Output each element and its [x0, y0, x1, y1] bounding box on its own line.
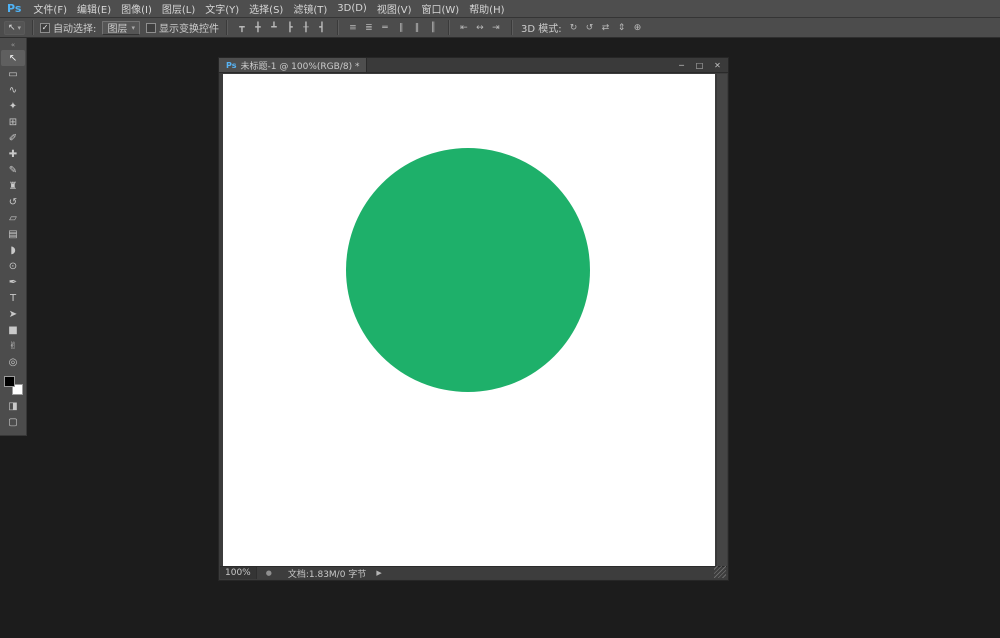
- align-bottom-edges-icon[interactable]: ┻: [267, 21, 281, 35]
- show-transform-label: 显示变换控件: [159, 20, 219, 35]
- blur-tool[interactable]: ◗: [1, 242, 25, 258]
- align-horizontal-centers-icon[interactable]: ╂: [299, 21, 313, 35]
- zoom-level-field[interactable]: 100%: [220, 567, 257, 579]
- auto-select-target-dropdown[interactable]: 图层 ▾: [102, 21, 140, 35]
- separator: [337, 20, 338, 35]
- menu-select[interactable]: 选择(S): [244, 0, 288, 17]
- align-right-edges-icon[interactable]: ┫: [315, 21, 329, 35]
- distribute-left-edges-icon[interactable]: ∥: [394, 21, 408, 35]
- lasso-tool[interactable]: ∿: [1, 82, 25, 98]
- distribute-horizontal-spacing-icon[interactable]: ⇤: [457, 21, 471, 35]
- chevron-down-icon: ▾: [18, 24, 22, 32]
- auto-align-layers-icon[interactable]: ↔: [473, 21, 487, 35]
- menu-edit[interactable]: 编辑(E): [72, 0, 116, 17]
- menu-image[interactable]: 图像(I): [116, 0, 157, 17]
- checkbox-unchecked-icon: [146, 23, 156, 33]
- distribute-vertical-spacing-icon[interactable]: ⇥: [489, 21, 503, 35]
- separator: [448, 20, 449, 35]
- brush-tool[interactable]: ✎: [1, 162, 25, 178]
- healing-brush-tool[interactable]: ✚: [1, 146, 25, 162]
- hand-tool[interactable]: ✌: [1, 338, 25, 354]
- dodge-tool[interactable]: ⊙: [1, 258, 25, 274]
- menu-view[interactable]: 视图(V): [372, 0, 417, 17]
- panel-collapse-icon[interactable]: «: [11, 39, 15, 50]
- document-titlebar[interactable]: Ps 未标题-1 @ 100%(RGB/8) * ─ □ ✕: [219, 58, 728, 73]
- separator: [511, 20, 512, 35]
- close-button[interactable]: ✕: [712, 60, 723, 70]
- tools-panel: « ↖ ▭ ∿ ✦ ⊞ ✐ ✚ ✎ ♜ ↺ ▱ ▤ ◗ ⊙ ✒ T ➤ ■ ✌ …: [0, 38, 27, 436]
- type-tool[interactable]: T: [1, 290, 25, 306]
- document-window: Ps 未标题-1 @ 100%(RGB/8) * ─ □ ✕ 100% ● 文档…: [218, 57, 729, 581]
- menu-3d[interactable]: 3D(D): [332, 0, 372, 17]
- align-left-edges-icon[interactable]: ┣: [283, 21, 297, 35]
- mode-3d-label: 3D 模式:: [521, 20, 562, 35]
- document-title: 未标题-1 @ 100%(RGB/8) *: [240, 59, 359, 72]
- dropdown-value: 图层: [107, 20, 127, 35]
- window-controls: ─ □ ✕: [676, 58, 728, 72]
- distribute-right-edges-icon[interactable]: ║: [426, 21, 440, 35]
- move-tool-icon: ↖: [8, 23, 16, 33]
- menu-type[interactable]: 文字(Y): [200, 0, 244, 17]
- chevron-down-icon: ▾: [131, 24, 135, 32]
- 3d-scale-icon[interactable]: ⊕: [631, 21, 645, 35]
- zoom-tool[interactable]: ◎: [1, 354, 25, 370]
- crop-tool[interactable]: ⊞: [1, 114, 25, 130]
- document-size-info: 文档:1.83M/0 字节: [288, 567, 366, 580]
- menu-bar: Ps 文件(F) 编辑(E) 图像(I) 图层(L) 文字(Y) 选择(S) 滤…: [0, 0, 1000, 18]
- document-icon: Ps: [226, 61, 236, 70]
- distribute-vertical-centers-icon[interactable]: ≣: [362, 21, 376, 35]
- color-swatches: [4, 376, 23, 395]
- separator: [226, 20, 227, 35]
- quick-selection-tool[interactable]: ✦: [1, 98, 25, 114]
- menu-filter[interactable]: 滤镜(T): [288, 0, 332, 17]
- 3d-drag-icon[interactable]: ⇄: [599, 21, 613, 35]
- distribute-bottom-edges-icon[interactable]: ═: [378, 21, 392, 35]
- pen-tool[interactable]: ✒: [1, 274, 25, 290]
- window-resize-grip[interactable]: [714, 566, 726, 578]
- status-flyout-arrow-icon[interactable]: ▶: [376, 569, 381, 577]
- menu-file[interactable]: 文件(F): [28, 0, 72, 17]
- eyedropper-tool[interactable]: ✐: [1, 130, 25, 146]
- 3d-rotate-icon[interactable]: ↻: [567, 21, 581, 35]
- quick-mask-button[interactable]: ◨: [1, 398, 25, 414]
- 3d-roll-icon[interactable]: ↺: [583, 21, 597, 35]
- history-brush-tool[interactable]: ↺: [1, 194, 25, 210]
- screen-mode-button[interactable]: ▢: [1, 414, 25, 430]
- align-vertical-centers-icon[interactable]: ╋: [251, 21, 265, 35]
- status-icon: ●: [266, 569, 272, 577]
- distribute-horizontal-centers-icon[interactable]: ‖: [410, 21, 424, 35]
- shape-tool[interactable]: ■: [1, 322, 25, 338]
- distribute-top-edges-icon[interactable]: ≡: [346, 21, 360, 35]
- 3d-slide-icon[interactable]: ⇕: [615, 21, 629, 35]
- minimize-button[interactable]: ─: [676, 60, 687, 70]
- document-statusbar: 100% ● 文档:1.83M/0 字节 ▶: [220, 566, 727, 579]
- tool-preset-picker[interactable]: ↖ ▾: [4, 21, 25, 35]
- document-tab[interactable]: Ps 未标题-1 @ 100%(RGB/8) *: [219, 58, 367, 72]
- menu-help[interactable]: 帮助(H): [464, 0, 509, 17]
- menu-window[interactable]: 窗口(W): [416, 0, 464, 17]
- checkbox-checked-icon: [40, 23, 50, 33]
- clone-stamp-tool[interactable]: ♜: [1, 178, 25, 194]
- marquee-tool[interactable]: ▭: [1, 66, 25, 82]
- gradient-tool[interactable]: ▤: [1, 226, 25, 242]
- align-top-edges-icon[interactable]: ┳: [235, 21, 249, 35]
- show-transform-checkbox[interactable]: 显示变换控件: [146, 20, 219, 35]
- eraser-tool[interactable]: ▱: [1, 210, 25, 226]
- maximize-button[interactable]: □: [694, 60, 705, 70]
- foreground-color-swatch[interactable]: [4, 376, 15, 387]
- options-bar: ↖ ▾ 自动选择: 图层 ▾ 显示变换控件 ┳ ╋ ┻ ┣ ╂ ┫ ≡ ≣ ═ …: [0, 18, 1000, 38]
- auto-select-label: 自动选择:: [53, 20, 96, 35]
- path-selection-tool[interactable]: ➤: [1, 306, 25, 322]
- auto-select-checkbox[interactable]: 自动选择:: [40, 20, 96, 35]
- green-circle-shape[interactable]: [346, 148, 590, 392]
- separator: [32, 20, 33, 35]
- vertical-scrollbar[interactable]: [716, 74, 727, 567]
- menu-layer[interactable]: 图层(L): [157, 0, 200, 17]
- canvas[interactable]: [223, 74, 715, 567]
- move-tool[interactable]: ↖: [1, 50, 25, 66]
- photoshop-app: Ps 文件(F) 编辑(E) 图像(I) 图层(L) 文字(Y) 选择(S) 滤…: [0, 0, 1000, 638]
- photoshop-logo: Ps: [0, 0, 28, 17]
